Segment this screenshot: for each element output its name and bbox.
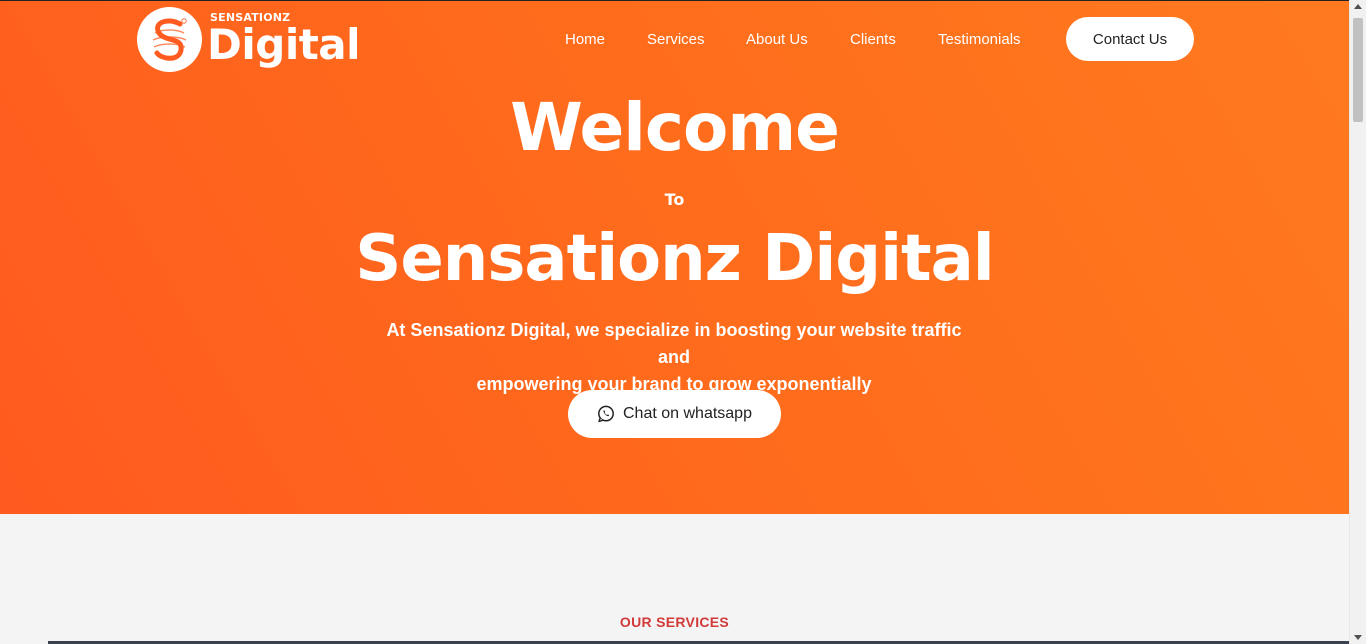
hero-welcome-heading: Welcome bbox=[510, 89, 840, 166]
nav-about-us[interactable]: About Us bbox=[746, 30, 808, 50]
page: SENSATIONZ Digital Home Services About U… bbox=[0, 0, 1349, 644]
scrollbar-thumb[interactable] bbox=[1353, 18, 1363, 122]
services-section: OUR SERVICES bbox=[0, 514, 1349, 644]
chat-on-whatsapp-button[interactable]: Chat on whatsapp bbox=[568, 390, 781, 438]
whatsapp-icon bbox=[597, 405, 615, 423]
nav-services[interactable]: Services bbox=[647, 30, 705, 50]
nav-clients[interactable]: Clients bbox=[850, 30, 896, 50]
hero-brand-heading: Sensationz Digital bbox=[355, 222, 994, 296]
whatsapp-button-label: Chat on whatsapp bbox=[623, 405, 752, 422]
nav-testimonials[interactable]: Testimonials bbox=[938, 30, 1021, 50]
vertical-scrollbar[interactable] bbox=[1349, 0, 1366, 644]
navbar: SENSATIONZ Digital Home Services About U… bbox=[0, 1, 1349, 81]
hero-tagline-line-1: At Sensationz Digital, we specialize in … bbox=[386, 320, 962, 367]
contact-us-button[interactable]: Contact Us bbox=[1066, 17, 1194, 61]
nav-home[interactable]: Home bbox=[565, 30, 605, 50]
hero-to-text: To bbox=[664, 190, 685, 209]
hero-section: SENSATIONZ Digital Home Services About U… bbox=[0, 0, 1349, 514]
services-heading: OUR SERVICES bbox=[619, 614, 730, 630]
scroll-down-icon[interactable] bbox=[1354, 635, 1362, 640]
hero-tagline: At Sensationz Digital, we specialize in … bbox=[374, 317, 974, 398]
scroll-up-icon[interactable] bbox=[1354, 4, 1362, 9]
